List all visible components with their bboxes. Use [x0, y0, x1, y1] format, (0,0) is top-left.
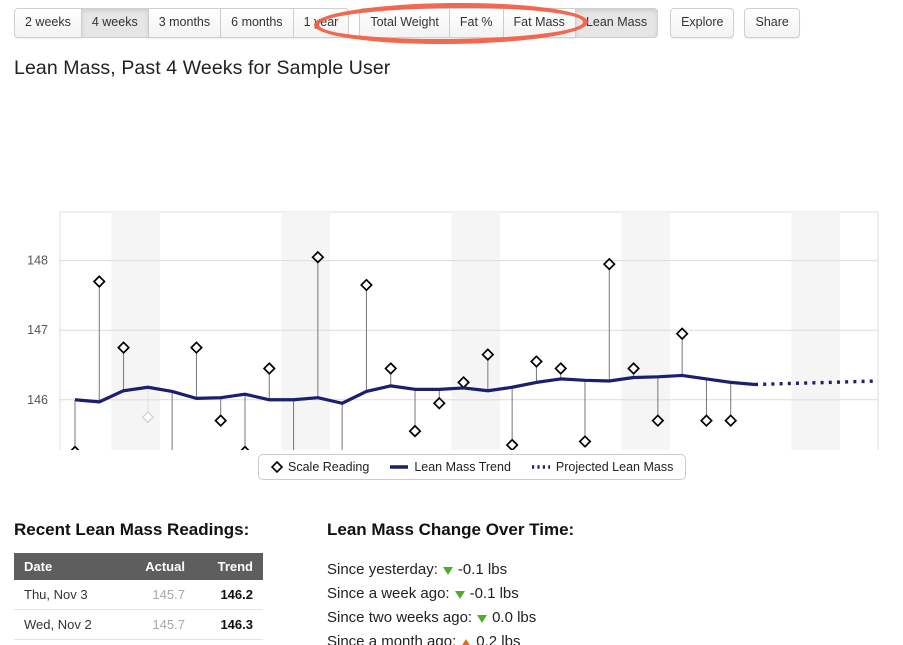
legend-label-trend: Lean Mass Trend: [414, 460, 511, 474]
range-button-group: 2 weeks 4 weeks 3 months 6 months 1 year: [14, 8, 350, 38]
range-button-6-months[interactable]: 6 months: [221, 8, 294, 38]
column-header-trend: Trend: [194, 553, 263, 580]
table-row: Tue, Nov 1146.8146.3: [14, 639, 263, 645]
chart-legend: Scale Reading Lean Mass Trend Projected …: [258, 454, 687, 480]
change-row: Since a week ago: -0.1 lbs: [327, 582, 536, 606]
change-value: -0.1 lbs: [469, 585, 519, 602]
lean-mass-chart: 145146147148Oct 10Oct 17Oct 24Oct 31Nov …: [0, 100, 903, 450]
weekend-band: [111, 212, 160, 450]
legend-item-scale-reading: Scale Reading: [271, 460, 369, 474]
cell-trend: 146.3: [194, 639, 263, 645]
change-value: 0.2 lbs: [476, 633, 521, 645]
weight-tracker-page: 2 weeks 4 weeks 3 months 6 months 1 year Tot…: [0, 0, 903, 645]
legend-item-trend: Lean Mass Trend: [389, 460, 511, 474]
cell-trend: 146.2: [194, 580, 263, 610]
change-label: Since a week ago:: [327, 585, 450, 602]
table-row: Thu, Nov 3 145.7 146.2: [14, 580, 263, 610]
cell-trend: 146.3: [194, 609, 263, 640]
weekend-band: [281, 212, 330, 450]
y-tick-label: 147: [27, 323, 48, 337]
change-row: Since a month ago: 0.2 lbs: [327, 630, 536, 645]
range-button-1-year[interactable]: 1 year: [293, 8, 350, 38]
arrow-down-icon: [477, 615, 488, 623]
column-header-actual: Actual: [121, 553, 195, 580]
change-row: Since two weeks ago: 0.0 lbs: [327, 606, 536, 630]
cell-date: Wed, Nov 2: [14, 609, 122, 640]
toolbar: 2 weeks 4 weeks 3 months 6 months 1 year Tot…: [14, 8, 800, 38]
chart-svg: 145146147148Oct 10Oct 17Oct 24Oct 31Nov …: [27, 211, 879, 450]
metric-button-group: Total Weight Fat % Fat Mass Lean Mass: [359, 8, 659, 38]
arrow-down-icon: [454, 591, 465, 599]
legend-item-projected: Projected Lean Mass: [531, 460, 673, 474]
table-row: Wed, Nov 2 145.7 146.3: [14, 609, 263, 640]
metric-button-fat-mass[interactable]: Fat Mass: [503, 8, 576, 38]
share-button[interactable]: Share: [744, 8, 800, 38]
metric-button-total-weight[interactable]: Total Weight: [359, 8, 450, 38]
cell-date: Tue, Nov 1: [14, 639, 122, 645]
changes-list: Since yesterday: -0.1 lbs Since a week ago…: [327, 558, 536, 645]
table-header-row: Date Actual Trend: [14, 553, 263, 580]
dotted-line-icon: [531, 465, 550, 469]
legend-label-projected: Projected Lean Mass: [555, 460, 674, 474]
range-button-2-weeks[interactable]: 2 weeks: [14, 8, 82, 38]
metric-button-fat[interactable]: Fat %: [449, 8, 504, 38]
arrow-down-icon: [442, 567, 453, 575]
y-tick-label: 148: [27, 254, 48, 268]
cell-actual: 146.8: [121, 639, 195, 645]
range-button-3-months[interactable]: 3 months: [148, 8, 222, 38]
change-label: Since a month ago:: [327, 633, 457, 645]
solid-line-icon: [390, 465, 409, 469]
legend-label-scale-reading: Scale Reading: [288, 460, 370, 474]
change-label: Since two weeks ago:: [327, 609, 473, 626]
metric-button-lean-mass[interactable]: Lean Mass: [575, 8, 659, 38]
explore-button[interactable]: Explore: [670, 8, 735, 38]
cell-date: Thu, Nov 3: [14, 580, 122, 610]
arrow-up-icon: [461, 639, 472, 645]
change-value: 0.0 lbs: [492, 609, 537, 626]
weekend-band: [621, 212, 670, 450]
recent-readings-table: Date Actual Trend Thu, Nov 3 145.7 146.2 We…: [14, 553, 263, 645]
change-label: Since yesterday:: [327, 561, 438, 578]
y-tick-label: 146: [27, 393, 48, 407]
diamond-icon: [271, 461, 283, 473]
range-button-4-weeks[interactable]: 4 weeks: [81, 8, 149, 38]
column-header-date: Date: [14, 553, 122, 580]
weekend-band: [791, 212, 840, 450]
page-title: Lean Mass, Past 4 Weeks for Sample User: [14, 57, 391, 79]
cell-actual: 145.7: [121, 609, 195, 640]
weekend-band: [451, 212, 500, 450]
cell-actual: 145.7: [121, 580, 195, 610]
change-value: -0.1 lbs: [457, 561, 508, 578]
change-row: Since yesterday: -0.1 lbs: [327, 558, 536, 582]
changes-heading: Lean Mass Change Over Time:: [327, 520, 575, 539]
recent-readings-heading: Recent Lean Mass Readings:: [14, 520, 250, 539]
